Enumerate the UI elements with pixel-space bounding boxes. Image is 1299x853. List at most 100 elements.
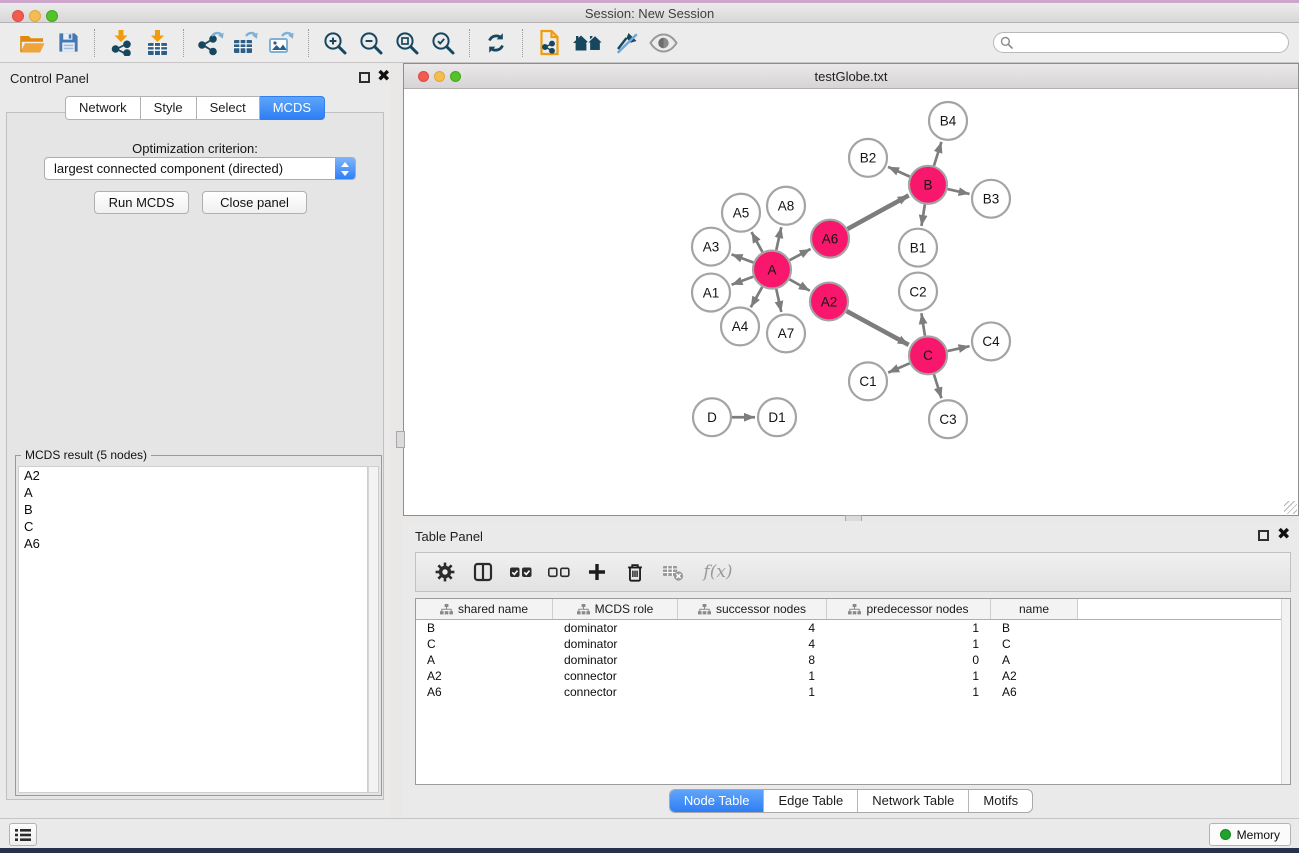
table-row[interactable]: A6connector11A6 [416,684,1290,700]
table-cell[interactable]: A [991,653,1078,667]
table-cell[interactable]: dominator [553,621,678,635]
table-cell[interactable]: 1 [827,685,991,699]
network-canvas[interactable]: B4B2BB3A8A5A6A3B1AC2A1A2A4A7C4CC1DD1C3 [404,89,1298,515]
delete-column-button[interactable] [620,557,650,587]
mcds-result-item[interactable]: A6 [19,535,367,552]
graph-edge[interactable] [848,195,909,229]
table-row[interactable]: A2connector11A2 [416,668,1290,684]
graph-edge[interactable] [934,374,941,398]
column-header[interactable]: shared name [416,599,553,619]
graph-edge[interactable] [732,277,754,285]
search-input[interactable] [1017,36,1288,50]
table-row[interactable]: Cdominator41C [416,636,1290,652]
memory-button[interactable]: Memory [1209,823,1291,846]
zoom-fit-button[interactable] [389,27,425,59]
tab-node-table[interactable]: Node Table [670,790,764,812]
mcds-result-item[interactable]: A [19,484,367,501]
float-panel-icon[interactable] [359,72,370,83]
save-session-button[interactable] [50,27,86,59]
table-cell[interactable]: 0 [827,653,991,667]
mcds-result-item[interactable]: C [19,518,367,535]
graph-edge[interactable] [934,142,941,166]
home-button[interactable] [567,27,609,59]
resize-grip-icon[interactable] [1284,501,1297,514]
table-cell[interactable]: 1 [827,637,991,651]
table-cell[interactable]: 1 [678,685,827,699]
delete-table-button[interactable] [658,557,688,587]
graph-edge[interactable] [888,167,910,177]
task-history-button[interactable] [9,823,37,846]
table-cell[interactable]: 4 [678,637,827,651]
graph-edge[interactable] [776,227,781,250]
search-field[interactable] [993,32,1289,53]
column-header[interactable]: successor nodes [678,599,827,619]
table-cell[interactable]: A6 [416,685,553,699]
import-network-button[interactable] [103,27,139,59]
import-table-button[interactable] [139,27,175,59]
table-scrollbar[interactable] [1281,599,1290,784]
column-header[interactable]: predecessor nodes [827,599,991,619]
zoom-selected-button[interactable] [425,27,461,59]
table-cell[interactable]: connector [553,669,678,683]
select-all-button[interactable] [506,557,536,587]
vertical-divider-grip[interactable] [396,431,405,448]
tab-edge-table[interactable]: Edge Table [763,790,857,812]
graph-edge[interactable] [776,289,781,312]
graph-edge[interactable] [888,363,909,372]
table-float-icon[interactable] [1258,530,1269,541]
tab-style[interactable]: Style [141,96,197,120]
tab-mcds[interactable]: MCDS [260,96,325,120]
tab-motifs[interactable]: Motifs [968,790,1032,812]
table-cell[interactable]: A [416,653,553,667]
tab-network[interactable]: Network [65,96,141,120]
close-panel-icon[interactable]: ✖ [377,68,390,86]
table-cell[interactable]: A2 [991,669,1078,683]
run-mcds-button[interactable]: Run MCDS [94,191,189,214]
graph-edge[interactable] [948,189,970,194]
table-settings-button[interactable] [430,557,460,587]
graph-edge[interactable] [948,346,970,351]
table-cell[interactable]: C [416,637,553,651]
clone-network-button[interactable] [531,27,567,59]
export-table-button[interactable] [228,27,264,59]
table-cell[interactable]: 8 [678,653,827,667]
window-titlebar[interactable]: Session: New Session [0,3,1299,23]
table-cell[interactable]: 1 [827,621,991,635]
apply-function-button[interactable]: f(x) [696,557,740,587]
deselect-all-button[interactable] [544,557,574,587]
graph-edge[interactable] [789,279,809,290]
column-layout-button[interactable] [468,557,498,587]
mcds-result-list[interactable]: A2ABCA6 [18,466,368,793]
tab-select[interactable]: Select [197,96,260,120]
zoom-out-button[interactable] [353,27,389,59]
table-cell[interactable]: C [991,637,1078,651]
table-cell[interactable]: 1 [678,669,827,683]
table-row[interactable]: Adominator80A [416,652,1290,668]
mcds-result-item[interactable]: B [19,501,367,518]
export-image-button[interactable] [264,27,300,59]
hide-annotations-button[interactable] [609,27,645,59]
graph-edge[interactable] [921,204,924,225]
column-header[interactable]: MCDS role [553,599,678,619]
table-cell[interactable]: A2 [416,669,553,683]
mcds-result-item[interactable]: A2 [19,467,367,484]
graph-edge[interactable] [732,254,754,262]
column-header[interactable]: name [991,599,1078,619]
table-row[interactable]: Bdominator41B [416,620,1290,636]
graph-edge[interactable] [751,287,762,307]
table-cell[interactable]: connector [553,685,678,699]
open-session-button[interactable] [14,27,50,59]
table-cell[interactable]: A6 [991,685,1078,699]
tab-network-table[interactable]: Network Table [857,790,968,812]
table-cell[interactable]: B [991,621,1078,635]
graph-edge[interactable] [921,313,925,335]
table-close-icon[interactable]: ✖ [1277,526,1290,544]
table-cell[interactable]: 1 [827,669,991,683]
graph-edge[interactable] [790,249,811,260]
export-network-button[interactable] [192,27,228,59]
refresh-button[interactable] [478,27,514,59]
criterion-dropdown[interactable]: largest connected component (directed) [44,157,356,180]
table-cell[interactable]: dominator [553,653,678,667]
table-cell[interactable]: dominator [553,637,678,651]
network-window-titlebar[interactable]: testGlobe.txt [404,64,1298,89]
